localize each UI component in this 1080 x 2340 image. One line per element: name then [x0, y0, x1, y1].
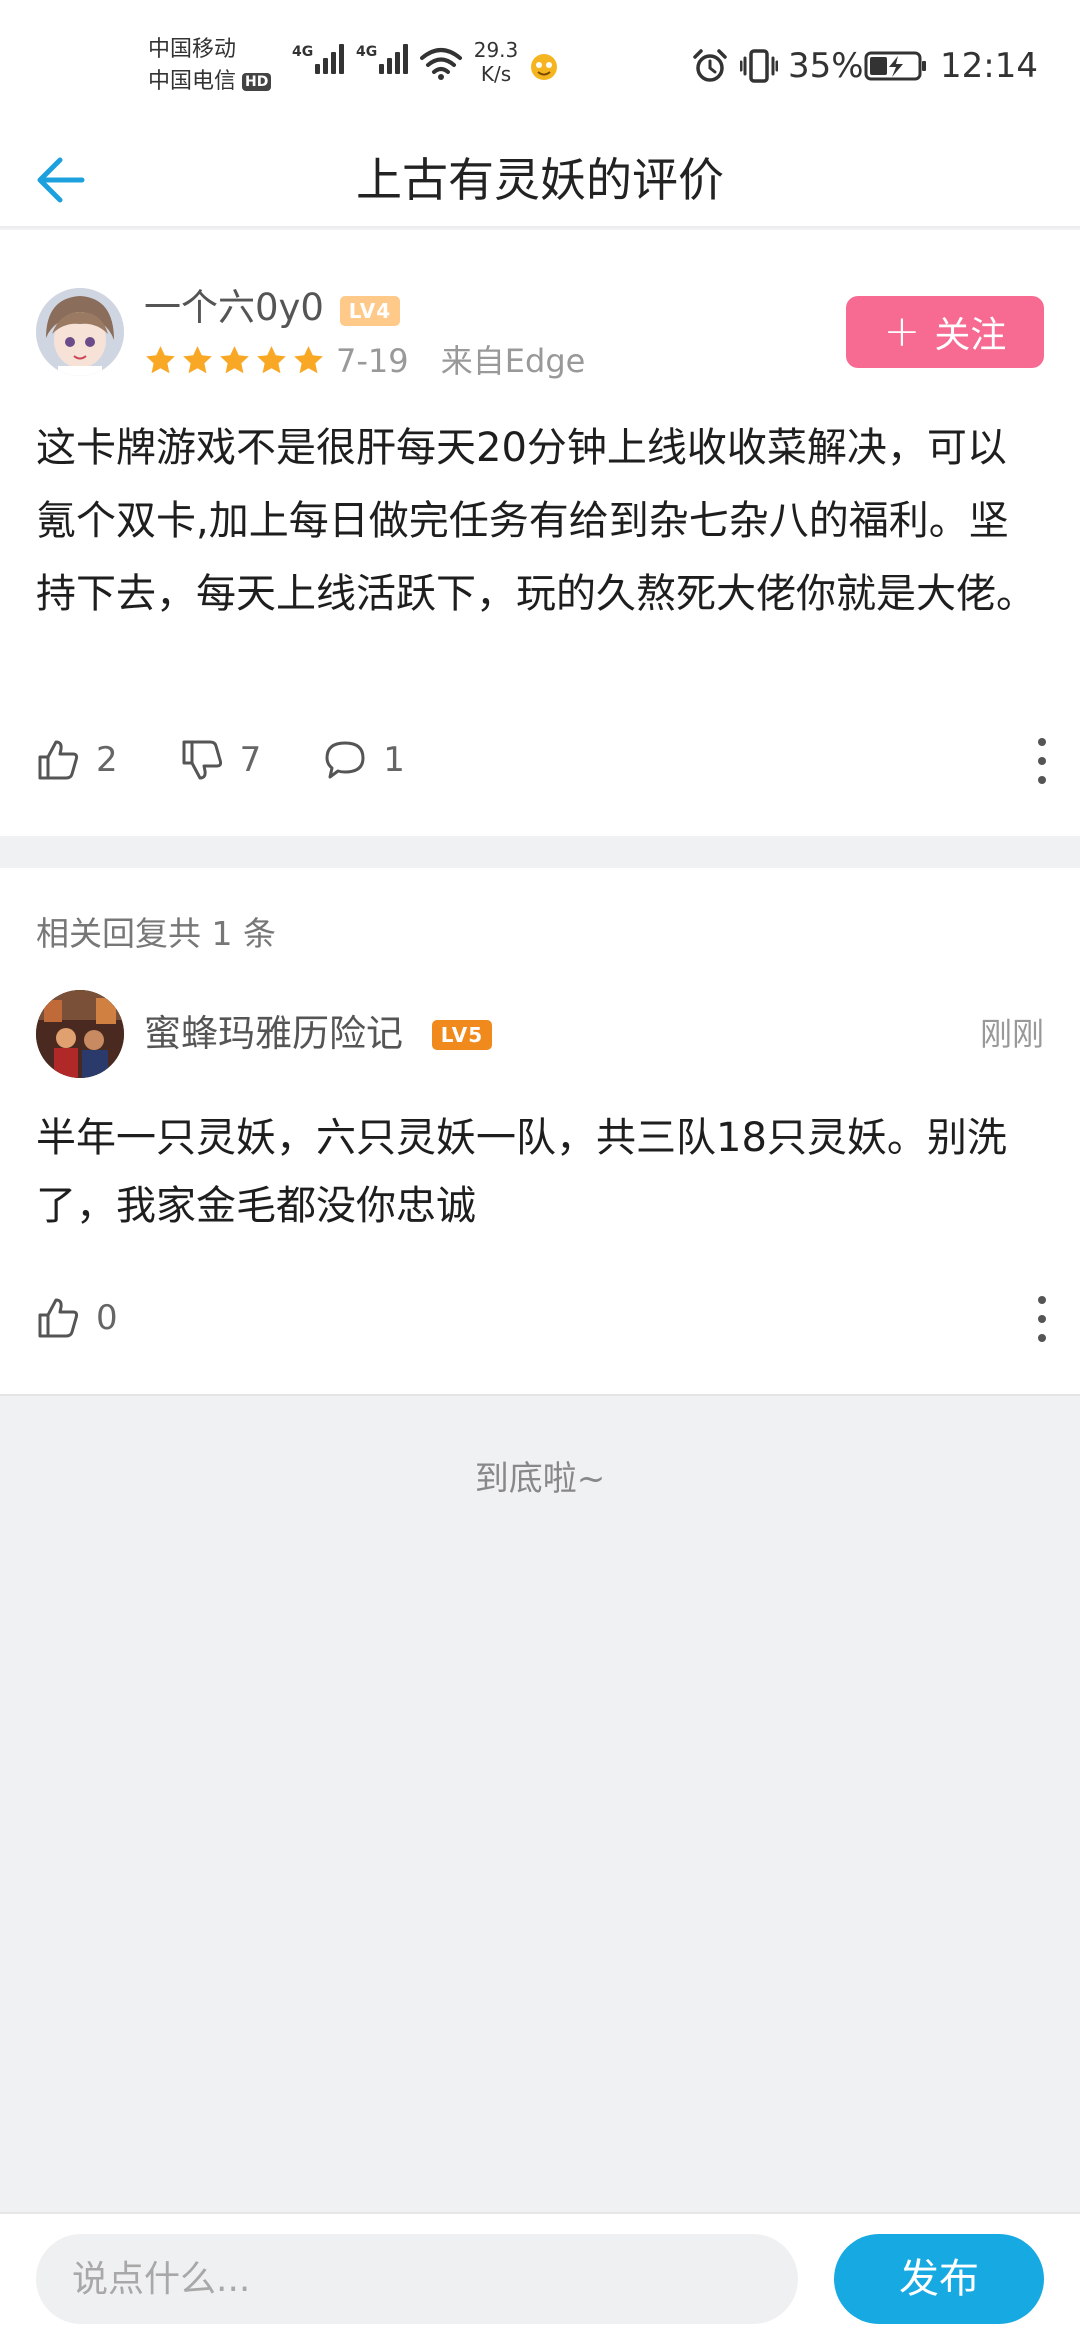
comment-button[interactable]: 1 — [323, 738, 405, 782]
rating-stars — [144, 344, 325, 377]
back-button[interactable] — [24, 144, 96, 216]
follow-button[interactable]: + 关注 — [846, 296, 1044, 368]
level-badge: LV5 — [432, 1020, 492, 1050]
alarm-icon — [693, 49, 727, 82]
reply-like-count: 0 — [96, 1298, 118, 1338]
level-badge: LV4 — [340, 296, 400, 326]
follow-label: 关注 — [934, 315, 1007, 356]
review-date: 7-19 — [336, 342, 409, 380]
plus-icon: + — [883, 306, 921, 357]
thumbs-up-icon — [38, 740, 79, 780]
battery-percent: 35% — [788, 46, 864, 86]
reply-count-header: 相关回复共 1 条 — [36, 914, 276, 953]
replier-username[interactable]: 蜜蜂玛雅历险记 — [144, 1012, 403, 1056]
review-source: 来自Edge — [440, 342, 586, 380]
star-icon — [146, 346, 175, 374]
reply-more-button[interactable] — [1034, 1296, 1050, 1342]
reply-like-button[interactable]: 0 — [36, 1296, 118, 1340]
signal-icon-1: 4G — [292, 44, 347, 74]
anime-avatar-image — [36, 288, 124, 376]
star-icon — [257, 346, 286, 374]
carrier-info: 中国移动 中国电信 HD — [148, 34, 298, 98]
reply-text: 半年一只灵妖，六只灵妖一队，共三队18只灵妖。别洗了，我家金毛都没你忠诚 — [36, 1115, 1007, 1229]
nav-bar: 上古有灵妖的评价 — [0, 132, 1080, 228]
hd-badge: HD — [242, 73, 272, 91]
reply-time: 刚刚 — [979, 1015, 1044, 1053]
status-bar: 中国移动 中国电信 HD 4G 4G 29.3 K/s 35% 12:14 — [0, 0, 1080, 132]
like-button[interactable]: 2 — [36, 738, 118, 782]
more-dots-icon — [1038, 1296, 1046, 1304]
reviewer-username[interactable]: 一个六0y0 — [144, 286, 324, 330]
more-dots-icon — [1038, 738, 1046, 746]
star-icon — [183, 346, 212, 374]
carrier-1: 中国移动 — [148, 37, 237, 62]
dislike-count: 7 — [239, 740, 262, 780]
dislike-button[interactable]: 7 — [180, 738, 262, 782]
review-more-button[interactable] — [1034, 738, 1050, 784]
star-icon — [220, 346, 249, 374]
end-of-list-text: 到底啦~ — [474, 1459, 606, 1499]
carrier-2: 中国电信 HD — [148, 66, 298, 98]
page-title: 上古有灵妖的评价 — [356, 153, 724, 207]
star-icon — [294, 346, 323, 374]
photo-avatar-image — [36, 990, 124, 1078]
vibrate-icon — [740, 49, 778, 83]
battery-charging-icon — [864, 51, 926, 81]
replier-avatar[interactable] — [36, 990, 124, 1078]
back-arrow-icon — [37, 157, 85, 203]
comment-count: 1 — [383, 740, 405, 780]
publish-button[interactable]: 发布 — [834, 2234, 1044, 2324]
comment-bubble-icon — [325, 741, 365, 779]
clock: 12:14 — [940, 46, 1038, 86]
comment-input[interactable] — [36, 2234, 798, 2324]
wifi-icon — [420, 48, 462, 80]
thumbs-up-icon — [38, 1298, 79, 1338]
review-actions: 2 7 1 — [36, 738, 467, 782]
bottom-input-bar: 发布 — [0, 2212, 1080, 2340]
app-notification-icon — [531, 54, 557, 80]
reviewer-avatar[interactable] — [36, 288, 124, 376]
review-meta: 7-19 来自Edge — [336, 340, 585, 382]
net-speed: 29.3 K/s — [473, 38, 519, 86]
review-card: 一个六0y0 LV4 7-19 来自Edge + 关注 这卡牌游戏不是很肝每天2… — [0, 230, 1080, 836]
like-count: 2 — [96, 740, 118, 780]
signal-icon-2: 4G — [356, 44, 411, 74]
review-text: 这卡牌游戏不是很肝每天20分钟上线收收菜解决，可以氪个双卡,加上每日做完任务有给… — [36, 425, 1036, 617]
reply-section: 相关回复共 1 条 蜜蜂玛雅历险记 LV5 刚刚 半年一只灵妖，六只灵妖一队，共… — [0, 868, 1080, 1396]
reply-actions: 0 — [36, 1296, 180, 1340]
thumbs-down-icon — [182, 740, 222, 780]
